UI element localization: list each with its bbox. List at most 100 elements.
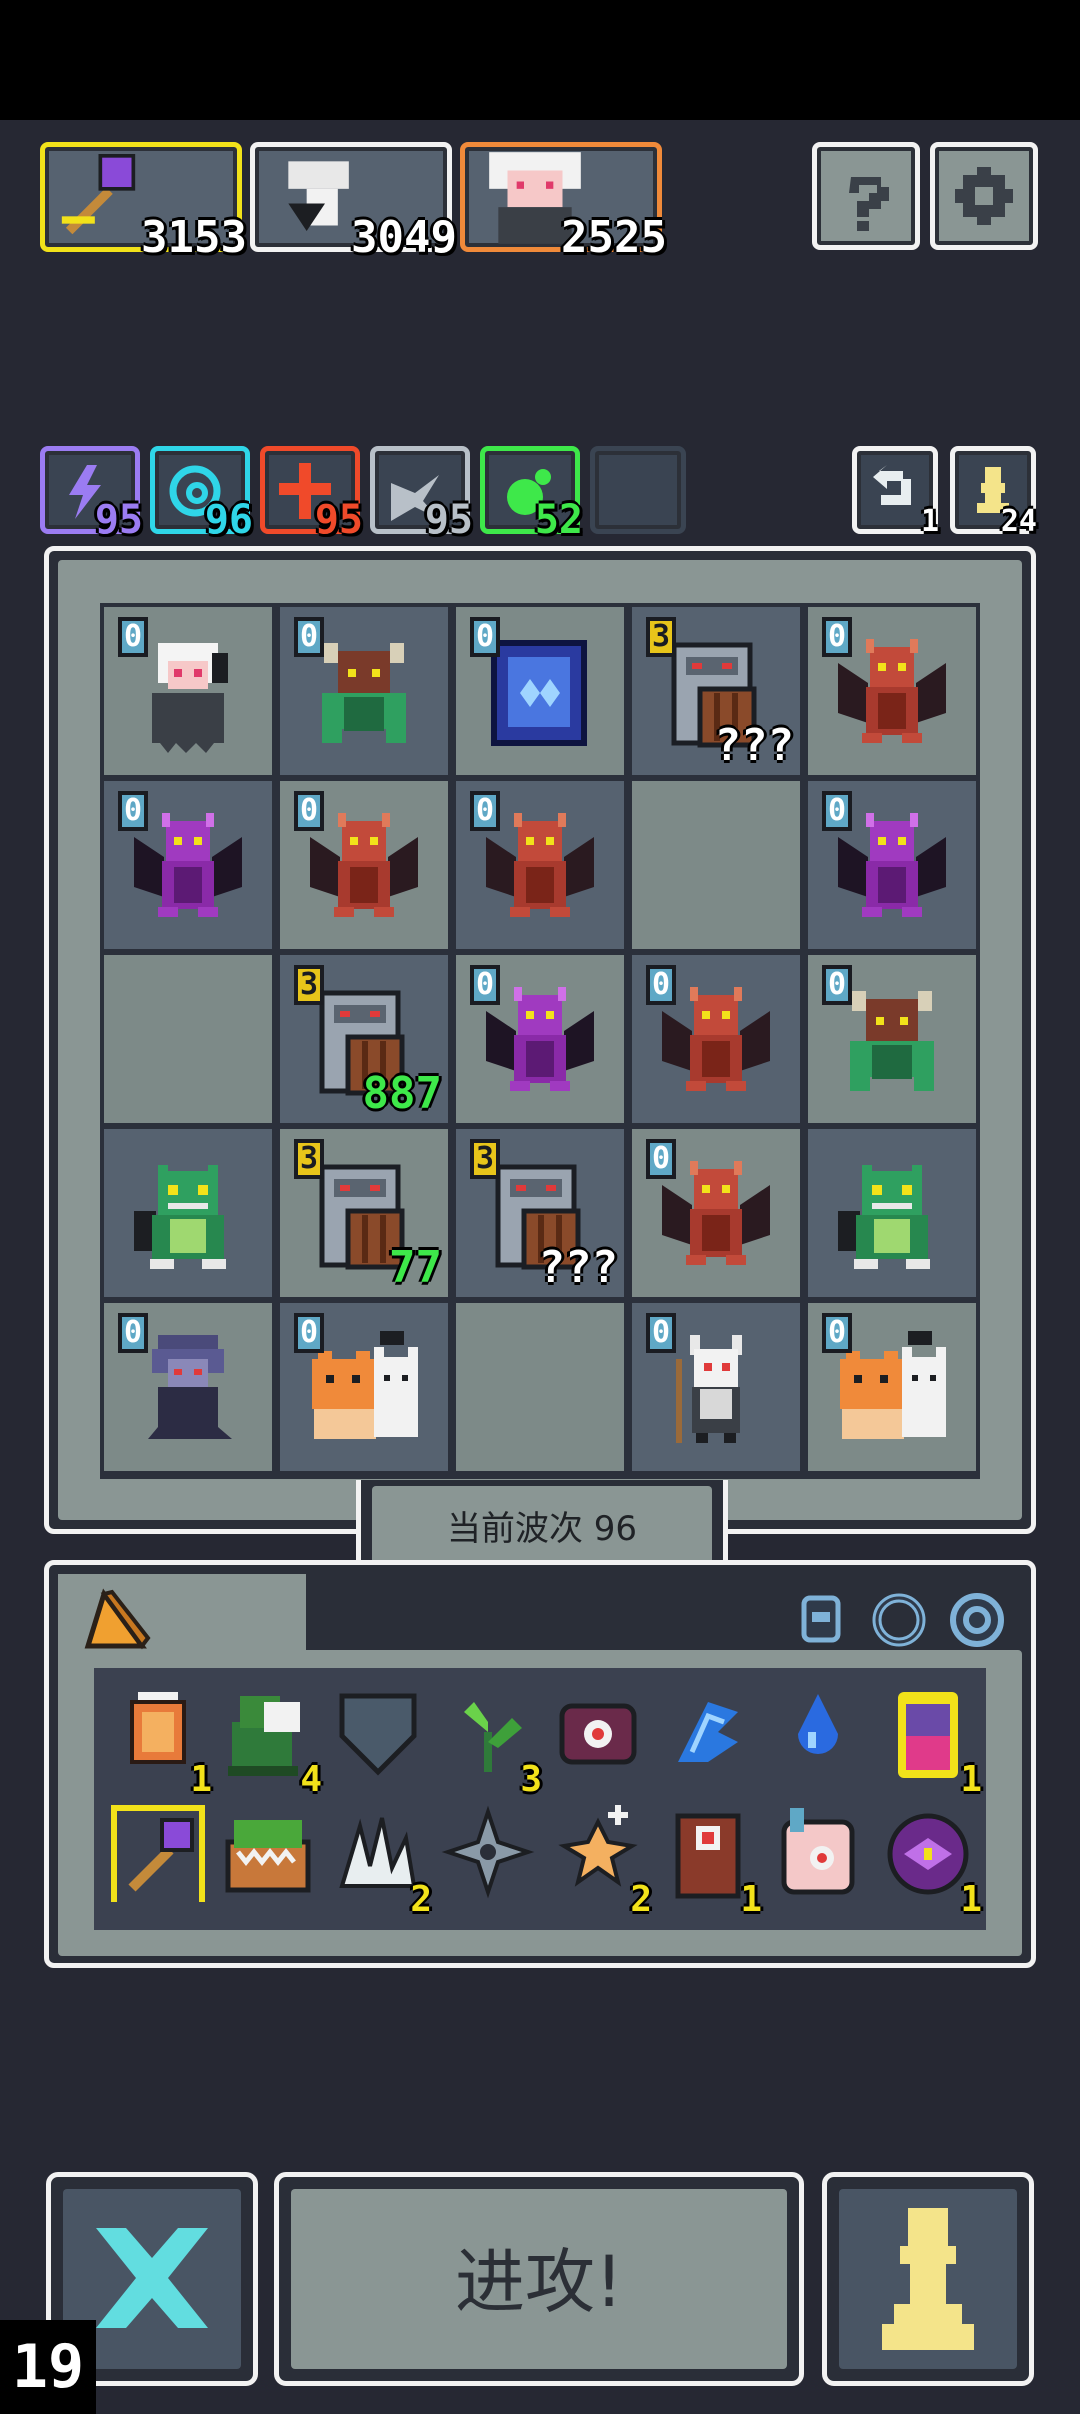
board-cell[interactable] bbox=[104, 955, 272, 1123]
board-cell[interactable]: 3??? bbox=[456, 1129, 624, 1297]
board-cell[interactable]: 0 bbox=[280, 607, 448, 775]
gear-icon bbox=[955, 167, 1013, 225]
board-cell[interactable]: 0 bbox=[280, 1303, 448, 1471]
unit-value: ??? bbox=[538, 1242, 618, 1293]
inventory-item[interactable] bbox=[438, 1802, 538, 1912]
inventory-item[interactable] bbox=[328, 1682, 428, 1792]
item-count: 1 bbox=[740, 1879, 762, 1920]
inventory-item[interactable] bbox=[218, 1802, 318, 1912]
gear-ring-icon[interactable] bbox=[942, 1584, 1012, 1654]
board-cell[interactable]: 3 887 bbox=[280, 955, 448, 1123]
unit-level-badge: 0 bbox=[646, 1313, 676, 1353]
unit-level-badge: 0 bbox=[470, 791, 500, 831]
board-cell[interactable] bbox=[632, 781, 800, 949]
unit-level-badge: 0 bbox=[294, 791, 324, 831]
unit-level-badge: 0 bbox=[822, 617, 852, 657]
pawn-counter[interactable]: 24 bbox=[950, 446, 1037, 539]
element-empty-slot bbox=[590, 446, 686, 534]
eye-gem-icon bbox=[559, 1703, 637, 1765]
ring-icon[interactable] bbox=[864, 1584, 934, 1654]
inventory-item[interactable]: 3 bbox=[438, 1682, 542, 1800]
shield-icon bbox=[339, 1693, 417, 1776]
unit-level-badge: 0 bbox=[294, 1313, 324, 1353]
inventory-item[interactable]: 4 bbox=[218, 1682, 322, 1800]
unit-level-badge: 0 bbox=[470, 617, 500, 657]
board-cell[interactable]: 0 bbox=[456, 607, 624, 775]
board-cell[interactable]: 0 bbox=[808, 781, 976, 949]
unit-level-badge: 0 bbox=[118, 1313, 148, 1353]
unit-level-badge: 0 bbox=[646, 1139, 676, 1179]
inventory-item[interactable] bbox=[658, 1682, 758, 1792]
item-count: 4 bbox=[300, 1759, 322, 1800]
board-cell[interactable]: 0 bbox=[456, 955, 624, 1123]
inventory-item[interactable] bbox=[108, 1802, 208, 1912]
element-stats: 95 96 95 95 52 bbox=[40, 446, 690, 543]
board-cell[interactable]: 3 77 bbox=[280, 1129, 448, 1297]
board-cell[interactable]: 0 bbox=[104, 781, 272, 949]
inventory-item[interactable] bbox=[768, 1802, 868, 1912]
board-cell[interactable]: 0 bbox=[632, 955, 800, 1123]
unit-level-badge: 3 bbox=[294, 965, 324, 1005]
unit-level-badge: 0 bbox=[118, 791, 148, 831]
inventory-item[interactable] bbox=[548, 1682, 648, 1792]
element-value: 96 bbox=[204, 497, 253, 543]
element-stat-fire[interactable]: 95 bbox=[260, 446, 363, 543]
shuriken-icon bbox=[441, 1805, 535, 1899]
inventory-item[interactable] bbox=[768, 1682, 868, 1792]
unit-level-badge: 0 bbox=[470, 965, 500, 1005]
board-grid: 0 0 0 3??? 0 0 0 0 0 3 887 0 0 0 3 77 3??? 0 0 0 0 0 bbox=[100, 603, 980, 1479]
inventory-item[interactable]: 1 bbox=[108, 1682, 212, 1800]
refresh-button[interactable]: 1 bbox=[852, 446, 939, 539]
board-cell[interactable]: 0 bbox=[104, 1303, 272, 1471]
element-value: 95 bbox=[424, 497, 473, 543]
settings-button[interactable] bbox=[930, 142, 1038, 250]
fps-counter: 19 bbox=[0, 2320, 96, 2414]
inventory-item[interactable]: 1 bbox=[878, 1682, 982, 1800]
board-cell[interactable]: 0 bbox=[104, 607, 272, 775]
status-bar bbox=[0, 0, 1080, 120]
board-cell[interactable] bbox=[104, 1129, 272, 1297]
board-cell[interactable]: 0 bbox=[632, 1129, 800, 1297]
element-stat-lightning[interactable]: 95 bbox=[40, 446, 143, 543]
element-value: 52 bbox=[534, 497, 583, 543]
board-cell[interactable]: 3??? bbox=[632, 607, 800, 775]
inventory-item[interactable]: 1 bbox=[878, 1802, 982, 1920]
board-cell[interactable]: 0 bbox=[280, 781, 448, 949]
hero-card-knight[interactable]: 3049 bbox=[250, 142, 457, 263]
element-stat-wind[interactable]: 95 bbox=[370, 446, 473, 543]
board-cell[interactable]: 0 bbox=[808, 955, 976, 1123]
board-cell[interactable]: 0 bbox=[808, 607, 976, 775]
inventory-grid: 1 4 3 1 2 2 1 1 bbox=[94, 1668, 986, 1930]
green-dino-icon bbox=[128, 1155, 248, 1283]
board-cell[interactable]: 0 bbox=[456, 781, 624, 949]
help-button[interactable] bbox=[812, 142, 920, 250]
hero-card-witch[interactable]: 2525 bbox=[460, 142, 667, 263]
green-dino-icon bbox=[832, 1155, 952, 1283]
board-cell[interactable]: 0 bbox=[808, 1303, 976, 1471]
unit-value: 77 bbox=[389, 1242, 442, 1293]
board-cell[interactable] bbox=[456, 1303, 624, 1471]
unit-level-badge: 3 bbox=[646, 617, 676, 657]
helmet-icon[interactable] bbox=[786, 1584, 856, 1654]
unit-level-badge: 0 bbox=[822, 1313, 852, 1353]
pawn-count: 24 bbox=[1000, 504, 1037, 539]
magic-staff-icon bbox=[111, 1805, 205, 1909]
board-cell[interactable]: 0 bbox=[632, 1303, 800, 1471]
item-count: 3 bbox=[520, 1759, 542, 1800]
water-drop-icon bbox=[798, 1694, 838, 1754]
element-stat-swirl[interactable]: 96 bbox=[150, 446, 253, 543]
inventory-tab[interactable] bbox=[58, 1574, 306, 1664]
element-stat-poison[interactable]: 52 bbox=[480, 446, 583, 543]
attack-button[interactable]: 进攻! bbox=[274, 2172, 804, 2386]
mimic-chest-icon bbox=[225, 1820, 311, 1893]
board-cell[interactable] bbox=[808, 1129, 976, 1297]
unit-level-badge: 3 bbox=[470, 1139, 500, 1179]
question-icon bbox=[849, 177, 889, 231]
pawn-button[interactable] bbox=[822, 2172, 1034, 2386]
inventory-item[interactable]: 2 bbox=[548, 1802, 652, 1920]
unit-level-badge: 0 bbox=[118, 617, 148, 657]
hero-card-magic-staff[interactable]: 3153 bbox=[40, 142, 247, 263]
inventory-item[interactable]: 1 bbox=[658, 1802, 762, 1920]
inventory-item[interactable]: 2 bbox=[328, 1802, 432, 1920]
hero-score: 3049 bbox=[351, 212, 457, 263]
